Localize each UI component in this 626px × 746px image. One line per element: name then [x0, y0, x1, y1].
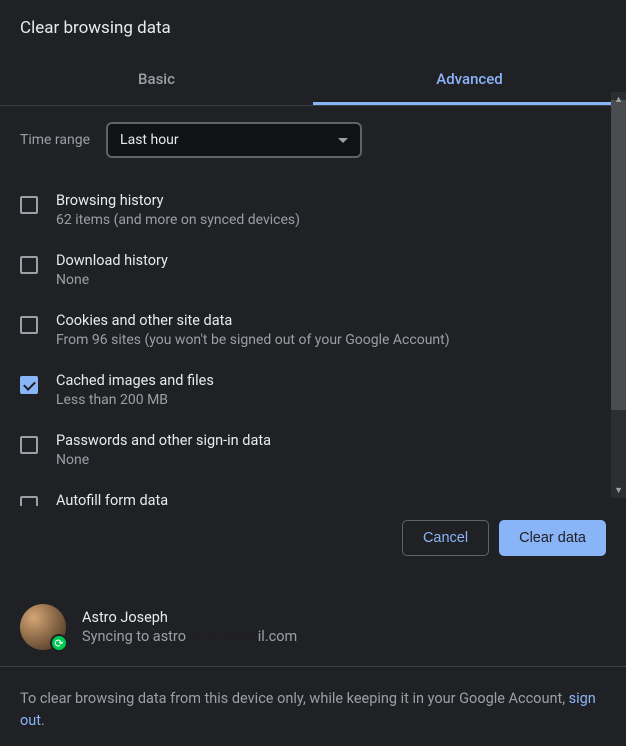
item-text: Cookies and other site data From 96 sites… [56, 312, 606, 348]
tabs: Basic Advanced [0, 58, 626, 106]
account-sync-status: Syncing to astroxxxxxxxxxxil.com [82, 628, 297, 645]
content-area: Time range Last hour Browsing history 62 … [0, 106, 626, 506]
checkbox[interactable] [20, 196, 38, 214]
time-range-select[interactable]: Last hour [106, 122, 362, 158]
list-item: Browsing history 62 items (and more on sy… [20, 180, 606, 240]
account-name: Astro Joseph [82, 609, 297, 626]
item-text: Autofill form data [56, 492, 606, 506]
checkbox[interactable] [20, 436, 38, 454]
list-item: Cached images and files Less than 200 MB [20, 360, 606, 420]
item-subtitle: None [56, 272, 606, 288]
checkbox[interactable] [20, 376, 38, 394]
dialog-title: Clear browsing data [0, 0, 626, 58]
avatar [20, 604, 66, 650]
item-title: Cached images and files [56, 372, 606, 389]
account-text: Astro Joseph Syncing to astroxxxxxxxxxxi… [82, 609, 297, 645]
time-range-value: Last hour [120, 132, 179, 148]
item-subtitle: From 96 sites (you won't be signed out o… [56, 332, 606, 348]
list-item: Cookies and other site data From 96 sites… [20, 300, 606, 360]
item-text: Passwords and other sign-in data None [56, 432, 606, 468]
item-title: Passwords and other sign-in data [56, 432, 606, 449]
item-title: Cookies and other site data [56, 312, 606, 329]
button-row: Cancel Clear data [402, 520, 606, 556]
tab-basic[interactable]: Basic [0, 58, 313, 105]
list-item: Download history None [20, 240, 606, 300]
time-range-row: Time range Last hour [20, 122, 606, 158]
sync-icon [50, 634, 68, 652]
clear-data-button[interactable]: Clear data [499, 520, 606, 556]
item-subtitle: None [56, 452, 606, 468]
item-text: Cached images and files Less than 200 MB [56, 372, 606, 408]
cancel-button[interactable]: Cancel [402, 520, 489, 556]
list-item: Autofill form data [20, 480, 606, 506]
footer-note: To clear browsing data from this device … [20, 688, 606, 732]
chevron-down-icon [338, 138, 348, 143]
item-subtitle: Less than 200 MB [56, 392, 606, 408]
item-title: Download history [56, 252, 606, 269]
item-title: Browsing history [56, 192, 606, 209]
item-text: Browsing history 62 items (and more on sy… [56, 192, 606, 228]
checkbox[interactable] [20, 256, 38, 274]
checkbox[interactable] [20, 316, 38, 334]
tab-advanced[interactable]: Advanced [313, 58, 626, 105]
item-subtitle: 62 items (and more on synced devices) [56, 212, 606, 228]
scroll-up-icon[interactable]: ▲ [614, 94, 623, 105]
item-title: Autofill form data [56, 492, 606, 506]
account-row: Astro Joseph Syncing to astroxxxxxxxxxxi… [0, 594, 626, 667]
item-text: Download history None [56, 252, 606, 288]
checkbox[interactable] [20, 496, 38, 506]
list-item: Passwords and other sign-in data None [20, 420, 606, 480]
time-range-label: Time range [20, 132, 90, 148]
